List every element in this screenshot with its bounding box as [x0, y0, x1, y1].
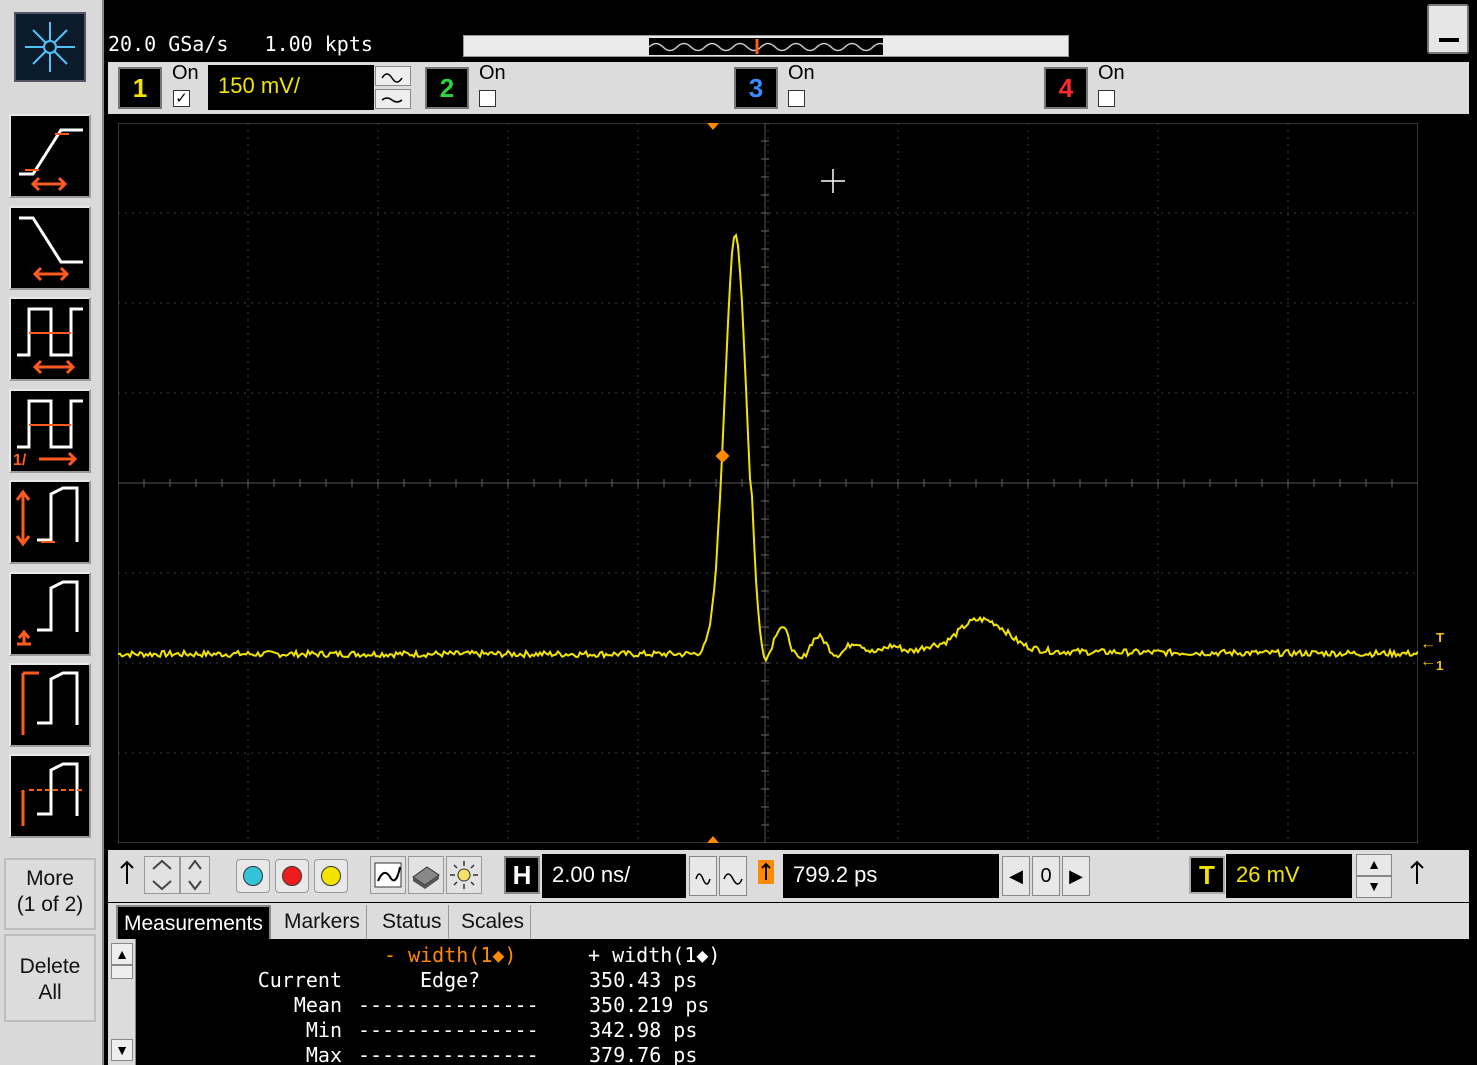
row-col2: 350.219 ps — [589, 993, 710, 1017]
trigger-button[interactable]: T — [1189, 856, 1225, 894]
stop-button[interactable] — [275, 859, 309, 893]
tab-markers[interactable]: Markers — [278, 905, 367, 939]
row-col1: Edge? — [420, 968, 481, 992]
period-icon[interactable] — [9, 297, 91, 381]
delay-zero-button[interactable]: 0 — [1032, 856, 1060, 896]
channel-3-on-label: On — [788, 62, 815, 84]
time-fine-button[interactable] — [689, 856, 717, 896]
row-col2: 379.76 ps — [589, 1043, 698, 1065]
row-col1: --------------- — [358, 1043, 539, 1065]
channel-1-on-label: On — [172, 62, 199, 84]
tab-measurements[interactable]: Measurements — [116, 905, 271, 939]
trigger-level-marker[interactable]: ←T ←1 — [1420, 630, 1444, 674]
delay-field[interactable]: 799.2 ps — [783, 854, 999, 898]
scroll-thumb[interactable] — [111, 965, 133, 979]
vertical-up-arrow-icon[interactable] — [112, 856, 148, 894]
time-coarse-button[interactable] — [719, 856, 747, 896]
more-button[interactable]: More (1 of 2) — [4, 858, 96, 930]
row-label: Mean — [293, 993, 342, 1017]
channel-4-on-label: On — [1098, 62, 1125, 84]
horizontal-button[interactable]: H — [504, 856, 540, 894]
measurements-panel: ▲ ▼ - width(1◆) + width(1◆) Current Edge… — [108, 939, 1469, 1065]
acquisition-info: 20.0 GSa/s 1.00 kpts — [108, 32, 373, 56]
measurements-scrollbar[interactable]: ▲ ▼ — [108, 939, 136, 1065]
channel-3-button[interactable]: 3 — [734, 67, 778, 109]
vmax-icon[interactable] — [9, 663, 91, 747]
zoom-vertical-button[interactable] — [144, 856, 180, 894]
scale-fine-up-button[interactable] — [375, 66, 411, 86]
trigger-up-button[interactable]: ▲ — [1356, 854, 1392, 876]
delete-label-line2: All — [38, 981, 62, 1004]
trigger-position-bottom-marker — [707, 836, 719, 843]
graticule — [118, 123, 1418, 843]
waveform-overview[interactable] — [463, 35, 1069, 57]
zoom-fine-button[interactable] — [180, 856, 210, 894]
autoscale-icon[interactable] — [370, 856, 406, 894]
channel-1-button[interactable]: 1 — [118, 67, 162, 109]
row-col2: 350.43 ps — [589, 968, 698, 992]
channel-2-on-label: On — [479, 62, 506, 84]
tab-bar: Measurements Markers Status Scales — [108, 903, 1469, 939]
channel-bar: 1 On ✓ 150 mV/ 2 On 3 On 4 On — [108, 62, 1469, 114]
channel-3-checkbox[interactable] — [788, 90, 805, 107]
brightness-icon[interactable] — [446, 856, 482, 894]
row-col2: 342.98 ps — [589, 1018, 698, 1042]
delay-left-button[interactable]: ◀ — [1002, 856, 1030, 896]
more-page-label: (1 of 2) — [16, 893, 84, 916]
minimize-button[interactable] — [1427, 4, 1469, 54]
trigger-arrow-icon[interactable] — [1402, 856, 1438, 894]
vavg-icon[interactable] — [9, 754, 91, 838]
time-scale-field[interactable]: 2.00 ns/ — [542, 854, 686, 898]
single-button[interactable] — [314, 859, 348, 893]
overview-window[interactable] — [648, 38, 888, 55]
acquisition-bar: 20.0 GSa/s 1.00 kpts — [104, 0, 1477, 60]
measure-col2-header: + width(1◆) — [588, 943, 721, 967]
scroll-down-button[interactable]: ▼ — [111, 1039, 133, 1061]
row-label: Min — [305, 1018, 342, 1042]
scroll-up-button[interactable]: ▲ — [111, 943, 133, 965]
row-label: Current — [257, 968, 342, 992]
svg-text:1/: 1/ — [13, 452, 27, 469]
trigger-level-field[interactable]: 26 mV — [1226, 854, 1352, 898]
channel-4-button[interactable]: 4 — [1044, 67, 1088, 109]
trigger-position-top-marker — [707, 123, 719, 130]
waveform-display[interactable] — [118, 123, 1418, 843]
measure-col1-header: - width(1◆) — [384, 943, 517, 967]
sample-rate: 20.0 GSa/s — [108, 32, 229, 56]
control-row: H 2.00 ns/ 799.2 ps ◀ 0 ▶ T 26 mV ▲ ▼ — [108, 850, 1469, 902]
more-label: More — [26, 867, 74, 890]
channel-1-scale[interactable]: 150 mV/ — [208, 65, 374, 110]
fall-time-icon[interactable] — [9, 206, 91, 290]
run-cyan-button[interactable] — [236, 859, 270, 893]
delete-all-button[interactable]: Delete All — [4, 934, 96, 1022]
rise-time-icon[interactable] — [9, 114, 91, 198]
measurement-toolbar: 1/ More (1 of 2) Delete All — [0, 0, 104, 1065]
tab-scales[interactable]: Scales — [455, 905, 532, 939]
channel-1-checkbox[interactable]: ✓ — [173, 90, 190, 107]
row-label: Max — [305, 1043, 342, 1065]
scale-fine-down-button[interactable] — [375, 89, 411, 109]
row-col1: --------------- — [358, 993, 539, 1017]
record-length: 1.00 kpts — [264, 32, 373, 56]
row-col1: --------------- — [358, 1018, 539, 1042]
delete-label-line1: Delete — [19, 955, 81, 978]
measurement-marker-diamond — [715, 449, 730, 463]
channel-4-checkbox[interactable] — [1098, 90, 1115, 107]
trigger-down-button[interactable]: ▼ — [1356, 876, 1392, 898]
clear-display-icon[interactable] — [408, 856, 444, 894]
channel-2-button[interactable]: 2 — [425, 67, 469, 109]
channel-2-checkbox[interactable] — [479, 90, 496, 107]
tab-status[interactable]: Status — [376, 905, 449, 939]
frequency-icon[interactable]: 1/ — [9, 389, 91, 473]
vpp-icon[interactable] — [9, 480, 91, 564]
brand-logo-icon[interactable] — [14, 12, 86, 82]
delay-right-button[interactable]: ▶ — [1062, 856, 1090, 896]
vmin-icon[interactable] — [9, 572, 91, 656]
